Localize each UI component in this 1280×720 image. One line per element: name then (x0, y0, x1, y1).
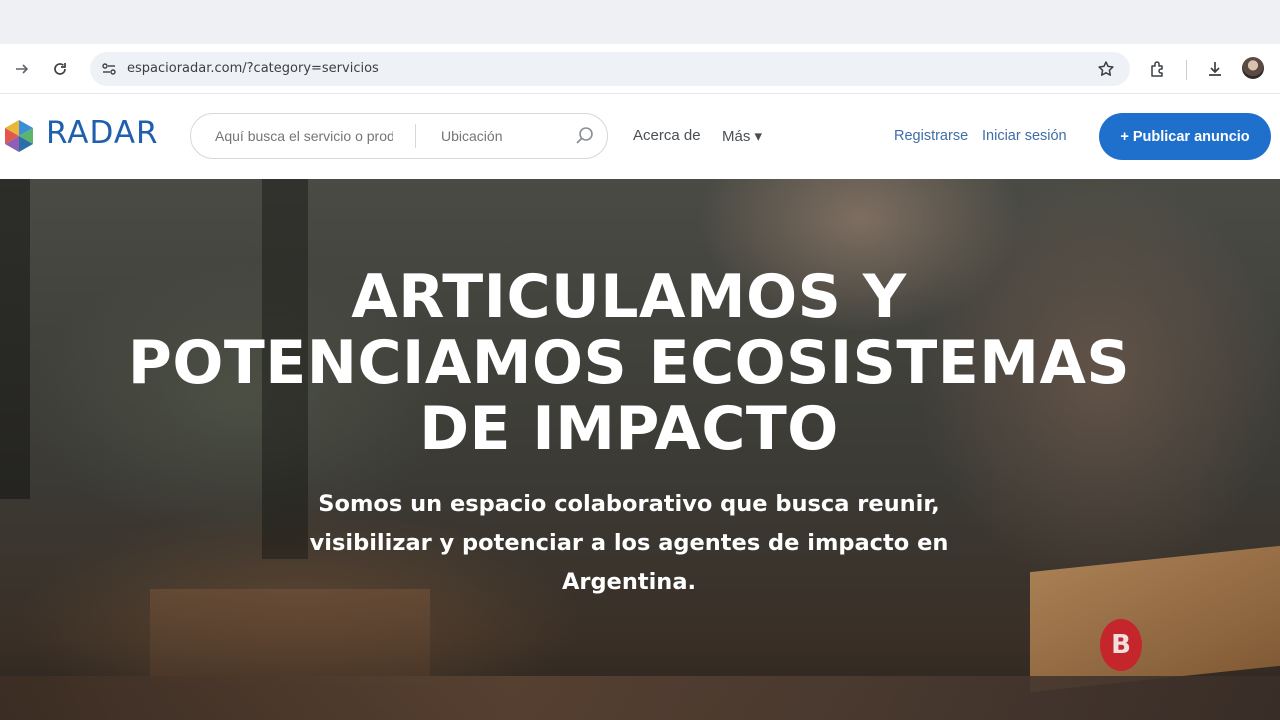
forward-icon[interactable] (8, 55, 36, 83)
logo-wordmark[interactable]: RADAR (46, 115, 159, 151)
publish-ad-button[interactable]: + Publicar anuncio (1099, 113, 1271, 160)
hero-box-badge: B (1100, 619, 1142, 671)
hero-title-line: POTENCIAMOS ECOSISTEMAS (127, 328, 1131, 398)
site-header: RADAR Acerca de Más ▾ Registrarse Inicia… (0, 95, 1280, 179)
browser-toolbar: espacioradar.com/?category=servicios (0, 44, 1280, 94)
login-link[interactable]: Iniciar sesión (982, 128, 1067, 144)
hero-subtitle-line: Argentina. (561, 569, 697, 595)
address-bar[interactable]: espacioradar.com/?category=servicios (90, 52, 1130, 86)
browser-tab-strip (0, 0, 1280, 44)
download-icon[interactable] (1201, 55, 1229, 83)
location-input[interactable] (441, 114, 561, 158)
site-settings-icon[interactable] (98, 58, 120, 80)
nav-about-link[interactable]: Acerca de (633, 127, 701, 144)
bookmark-star-icon[interactable] (1094, 57, 1118, 81)
search-bar (190, 113, 608, 159)
register-link[interactable]: Registrarse (894, 128, 968, 144)
hero-title-line: DE IMPACTO (419, 394, 839, 464)
profile-avatar[interactable] (1242, 57, 1264, 79)
search-divider (415, 124, 416, 148)
hero-background-box (150, 589, 430, 684)
radar-logo-icon[interactable] (4, 119, 34, 153)
hero-title: ARTICULAMOS Y POTENCIAMOS ECOSISTEMAS DE… (0, 264, 1258, 462)
search-icon[interactable] (575, 126, 595, 146)
url-text[interactable]: espacioradar.com/?category=servicios (127, 52, 379, 86)
hero-banner: B ARTICULAMOS Y POTENCIAMOS ECOSISTEMAS … (0, 179, 1280, 720)
hero-title-line: ARTICULAMOS Y (351, 262, 907, 332)
nav-more-dropdown[interactable]: Más ▾ (722, 127, 762, 145)
search-input[interactable] (215, 114, 393, 158)
hero-subtitle-line: visibilizar y potenciar a los agentes de… (309, 530, 949, 556)
toolbar-separator (1186, 60, 1187, 80)
hero-subtitle-line: Somos un espacio colaborativo que busca … (318, 491, 940, 517)
reload-icon[interactable] (46, 55, 74, 83)
hero-subtitle: Somos un espacio colaborativo que busca … (0, 485, 1258, 602)
hero-bottom-band (0, 676, 1280, 720)
extensions-icon[interactable] (1144, 55, 1172, 83)
